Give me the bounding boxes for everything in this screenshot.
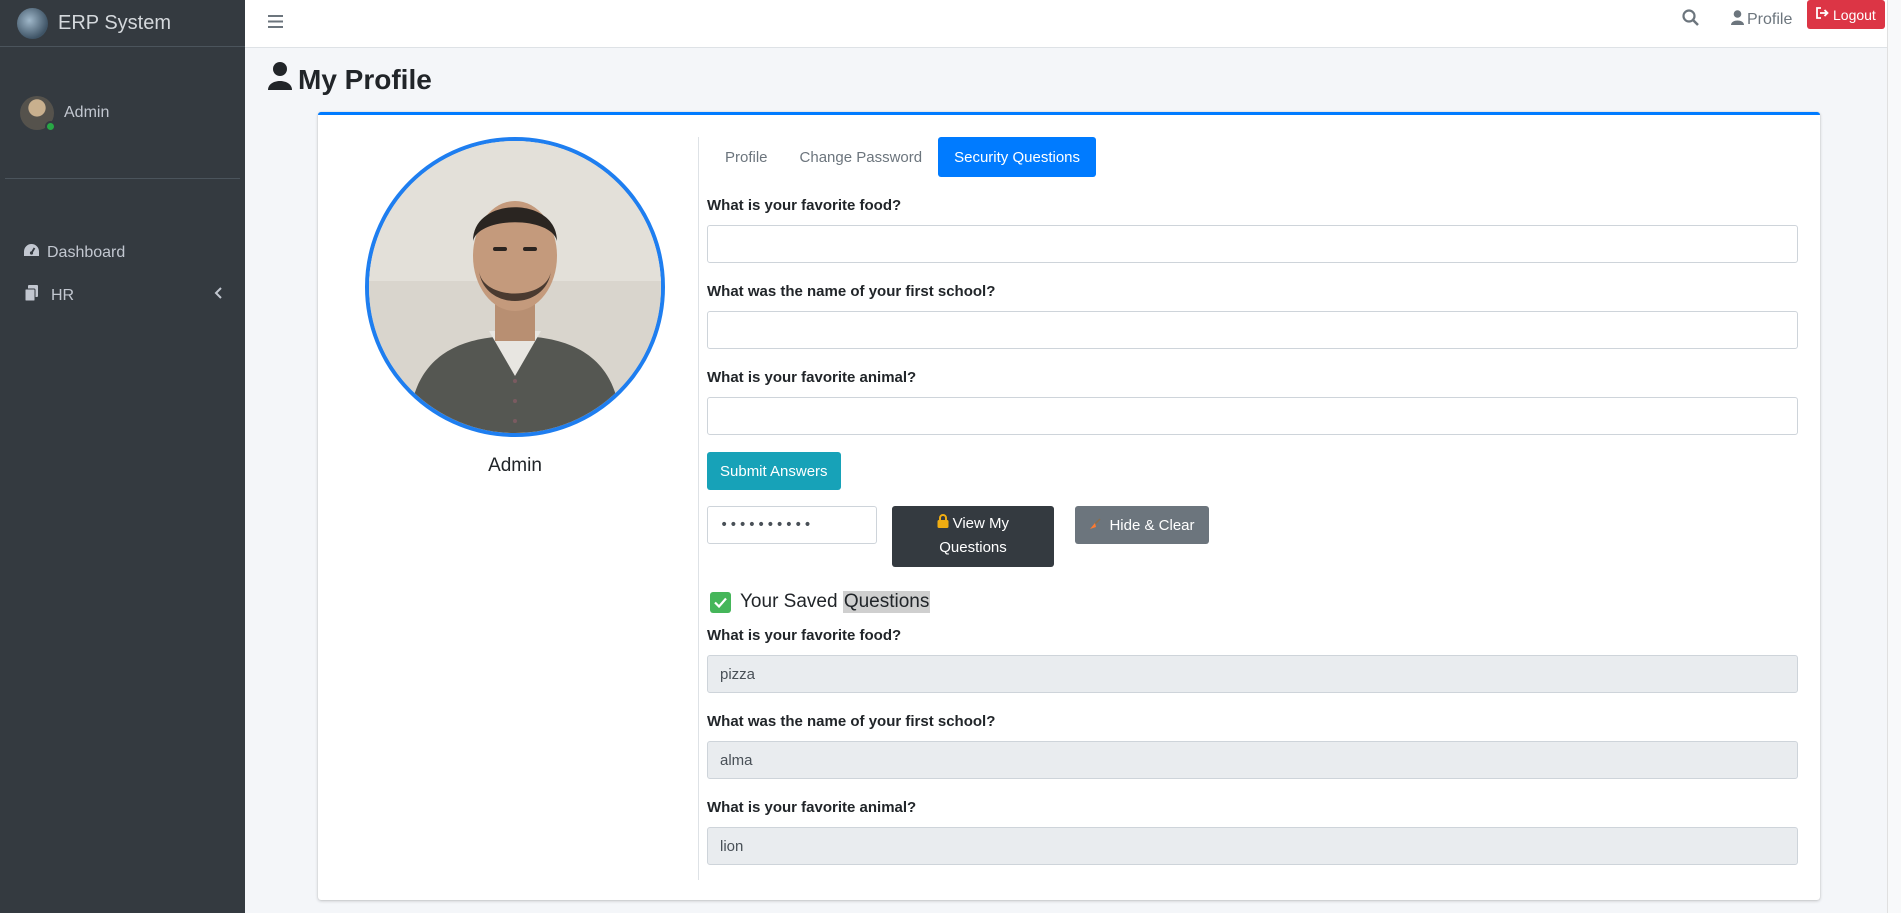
favorite-food-input[interactable]	[707, 225, 1798, 263]
avatar	[20, 95, 56, 132]
broom-icon	[1089, 517, 1101, 533]
sidebar-item-label: Dashboard	[47, 243, 126, 261]
profile-link[interactable]: Profile	[1731, 10, 1792, 29]
profile-card: Admin Profile Change Password Security Q…	[318, 112, 1820, 900]
saved-question-label: What was the name of your first school?	[707, 713, 996, 730]
brand-title: ERP System	[58, 11, 171, 34]
saved-questions-heading: Your Saved Questions	[710, 591, 931, 613]
check-icon	[710, 591, 731, 613]
first-school-input[interactable]	[707, 311, 1798, 349]
sign-out-icon	[1816, 7, 1829, 22]
saved-question-label: What is your favorite food?	[707, 627, 902, 644]
brand-logo	[17, 7, 48, 39]
tachometer-icon	[22, 243, 41, 263]
saved-animal-answer	[707, 827, 1798, 865]
sidebar: ERP System Admin Dashboard HR	[0, 0, 245, 913]
sidebar-item-label: HR	[51, 286, 75, 304]
profile-link-label: Profile	[1747, 10, 1793, 28]
tab-change-password[interactable]: Change Password	[784, 137, 939, 177]
saved-school-answer	[707, 741, 1798, 779]
user-name[interactable]: Admin	[64, 104, 109, 122]
favorite-animal-input[interactable]	[707, 397, 1798, 435]
view-my-questions-button[interactable]: View My Questions	[892, 506, 1054, 567]
copy-icon	[22, 284, 41, 307]
top-navbar: Profile Logout	[245, 0, 1901, 48]
tab-profile[interactable]: Profile	[709, 137, 784, 177]
logout-label: Logout	[1833, 6, 1876, 23]
question-label: What is your favorite food?	[707, 197, 902, 214]
online-status-indicator	[45, 120, 56, 132]
window-edge	[1887, 0, 1901, 913]
view-button-label-line2: Questions	[939, 539, 1007, 556]
hide-and-clear-button[interactable]: Hide & Clear	[1075, 506, 1209, 544]
logout-button[interactable]: Logout	[1807, 0, 1885, 29]
page-title: My Profile	[268, 62, 432, 97]
saved-food-answer	[707, 655, 1798, 693]
vertical-divider	[698, 137, 699, 880]
sidebar-nav: Dashboard HR	[0, 179, 245, 317]
hide-button-label: Hide & Clear	[1109, 516, 1195, 534]
question-label: What is your favorite animal?	[707, 369, 917, 386]
page-title-text: My Profile	[298, 63, 432, 95]
sidebar-item-hr[interactable]: HR	[0, 274, 245, 317]
question-label: What was the name of your first school?	[707, 283, 996, 300]
tab-security-questions[interactable]: Security Questions	[938, 137, 1096, 177]
profile-tabs: Profile Change Password Security Questio…	[709, 137, 1096, 177]
profile-name: Admin	[488, 455, 542, 476]
lock-icon	[937, 514, 953, 531]
menu-toggle-icon[interactable]	[268, 11, 283, 33]
user-icon	[1731, 10, 1744, 29]
user-icon	[268, 62, 292, 97]
user-panel[interactable]: Admin	[5, 47, 240, 179]
sidebar-item-dashboard[interactable]: Dashboard	[0, 231, 245, 274]
view-button-label-line1: View My	[952, 515, 1010, 532]
saved-title-part1: Your Saved	[740, 591, 843, 612]
saved-question-label: What is your favorite animal?	[707, 799, 917, 816]
password-field[interactable]	[707, 506, 877, 544]
chevron-left-icon	[214, 286, 223, 302]
search-icon[interactable]	[1682, 9, 1699, 31]
submit-answers-button[interactable]: Submit Answers	[707, 452, 841, 490]
saved-title-part2: Questions	[842, 591, 931, 613]
brand-link[interactable]: ERP System	[0, 0, 245, 47]
profile-photo	[365, 137, 665, 437]
